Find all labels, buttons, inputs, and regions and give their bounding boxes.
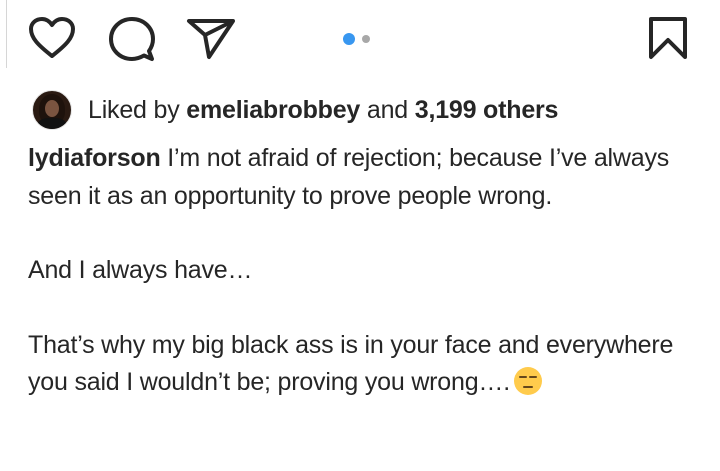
carousel-dot-inactive — [362, 35, 370, 43]
comment-button[interactable] — [108, 16, 156, 64]
likes-prefix: Liked by — [88, 95, 180, 124]
liker-username[interactable]: emeliabrobbey — [186, 96, 360, 124]
paper-plane-icon — [187, 19, 235, 59]
likes-connector: and — [366, 95, 408, 124]
post-caption: lydiaforson I’m not afraid of rejection;… — [28, 140, 688, 402]
carousel-dot-active — [343, 33, 355, 45]
likes-summary: Liked by emeliabrobbey and 3,199 others — [32, 90, 558, 130]
caption-text-3: That’s why my big black ass is in your f… — [28, 330, 674, 397]
likes-text[interactable]: Liked by emeliabrobbey and 3,199 others — [88, 96, 558, 125]
heart-icon — [29, 17, 75, 58]
caption-paragraph-2: And I always have… — [28, 256, 253, 284]
like-button[interactable] — [28, 16, 76, 60]
avatar-face — [45, 100, 59, 117]
caption-paragraph-1: lydiaforson I’m not afraid of rejection;… — [28, 140, 688, 215]
bookmark-icon — [649, 17, 687, 59]
avatar-body — [38, 118, 66, 129]
save-button[interactable] — [648, 16, 688, 60]
expressionless-face-emoji — [513, 367, 542, 395]
likes-count[interactable]: 3,199 others — [415, 96, 559, 124]
caption-paragraph-3: That’s why my big black ass is in your f… — [28, 327, 688, 402]
share-button[interactable] — [186, 18, 236, 60]
liker-avatar[interactable] — [32, 90, 72, 130]
post-action-bar — [0, 0, 720, 80]
comment-bubble-icon — [109, 17, 155, 61]
caption-username[interactable]: lydiaforson — [28, 144, 161, 172]
